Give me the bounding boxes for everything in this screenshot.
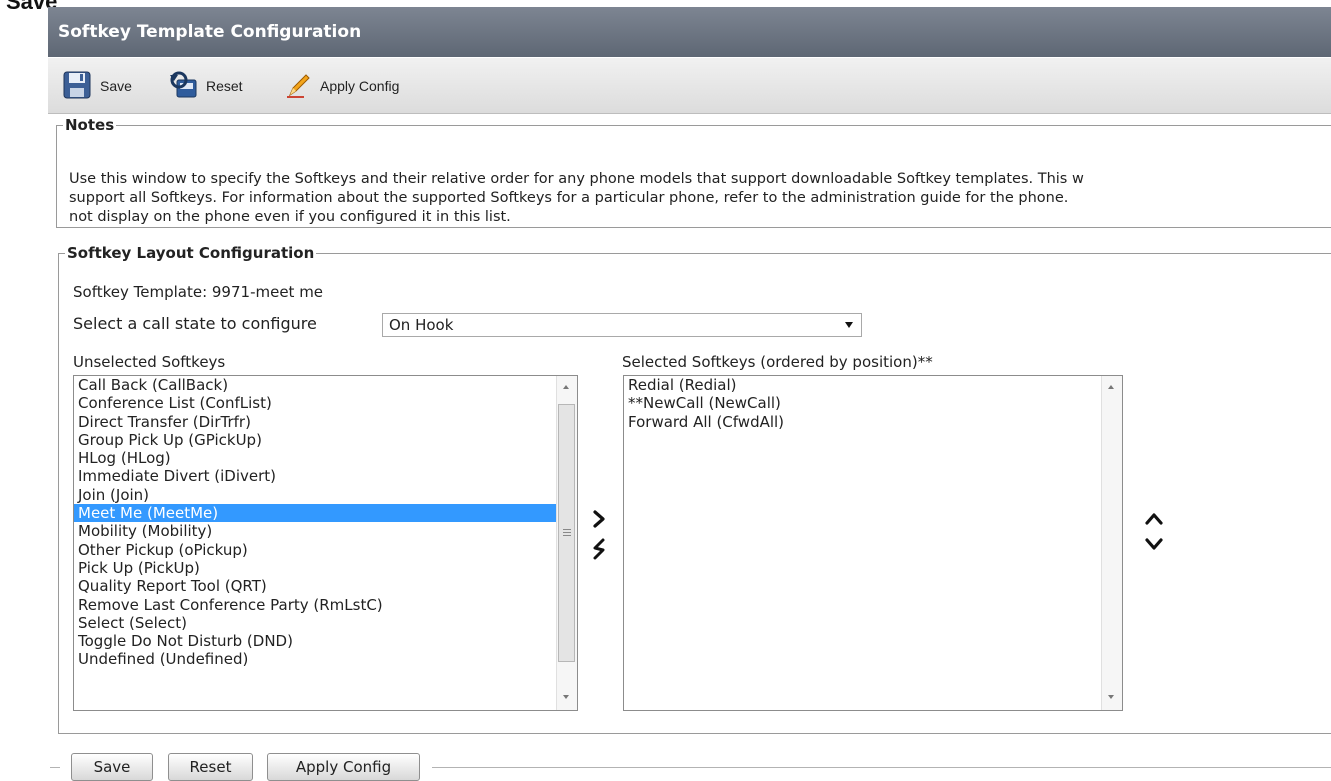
toolbar-apply-config-button[interactable]: Apply Config [284,71,399,101]
toolbar-reset-button[interactable]: Reset [168,71,243,101]
toolbar-apply-config-label: Apply Config [320,78,400,94]
unselected-softkeys-label: Unselected Softkeys [73,353,226,371]
move-right-icon[interactable] [592,510,606,532]
toolbar: Save Reset Apply Config [48,58,1331,114]
list-item[interactable]: Forward All (CfwdAll) [624,413,1122,431]
page-title: Softkey Template Configuration [48,7,1331,57]
move-left-icon[interactable] [592,537,606,565]
list-item[interactable]: Pick Up (PickUp) [74,559,577,577]
toolbar-reset-label: Reset [206,78,243,94]
notes-section: Notes Use this window to specify the Sof… [56,116,1331,228]
softkey-layout-legend: Softkey Layout Configuration [67,244,315,262]
selected-list-scrollbar[interactable] [1101,376,1122,710]
pencil-icon [284,71,312,102]
scroll-up-arrow-icon[interactable] [1108,385,1114,389]
scroll-down-arrow-icon[interactable] [1108,695,1114,699]
call-state-value: On Hook [389,316,454,334]
list-item[interactable]: Join (Join) [74,486,577,504]
notes-legend: Notes [65,116,115,134]
list-item[interactable]: Other Pickup (oPickup) [74,541,577,559]
toolbar-save-label: Save [100,78,132,94]
list-item[interactable]: Group Pick Up (GPickUp) [74,431,577,449]
list-item[interactable]: HLog (HLog) [74,449,577,467]
call-state-label: Select a call state to configure [73,314,317,333]
chevron-down-icon [845,322,853,328]
bottom-reset-button[interactable]: Reset [168,753,253,781]
reset-icon [168,70,198,103]
list-item[interactable]: **NewCall (NewCall) [624,394,1122,412]
bottom-apply-config-button[interactable]: Apply Config [267,753,420,781]
list-item[interactable]: Toggle Do Not Disturb (DND) [74,632,577,650]
unselected-list-scrollbar[interactable] [556,376,577,710]
toolbar-save-button[interactable]: Save [62,71,132,101]
bottom-save-button[interactable]: Save [71,753,153,781]
scrollbar-thumb[interactable] [558,404,575,662]
selected-softkeys-label: Selected Softkeys (ordered by position)*… [622,353,933,371]
bottom-divider-left [50,767,60,768]
list-item[interactable]: Mobility (Mobility) [74,522,577,540]
list-item[interactable]: Quality Report Tool (QRT) [74,577,577,595]
list-item[interactable]: Undefined (Undefined) [74,650,577,668]
call-state-select[interactable]: On Hook [382,313,862,337]
unselected-softkeys-list[interactable]: Call Back (CallBack) Conference List (Con… [73,375,578,711]
scroll-down-arrow-icon[interactable] [563,695,569,699]
scroll-up-arrow-icon[interactable] [563,385,569,389]
floppy-disk-icon [62,70,92,103]
notes-text: Use this window to specify the Softkeys … [69,171,1084,225]
list-item[interactable]: Redial (Redial) [624,376,1122,394]
list-item[interactable]: Meet Me (MeetMe) [74,504,577,523]
list-item[interactable]: Call Back (CallBack) [74,376,577,394]
list-item[interactable]: Select (Select) [74,614,577,632]
list-item[interactable]: Remove Last Conference Party (RmLstC) [74,596,577,614]
move-down-icon[interactable] [1145,537,1163,555]
move-up-icon[interactable] [1145,512,1163,530]
list-item[interactable]: Direct Transfer (DirTrfr) [74,413,577,431]
list-item[interactable]: Immediate Divert (iDivert) [74,467,577,485]
bottom-divider-right [432,767,1331,768]
softkey-template-label: Softkey Template: 9971-meet me [73,283,324,301]
selected-softkeys-list[interactable]: Redial (Redial) **NewCall (NewCall) Forwar… [623,375,1123,711]
list-item[interactable]: Conference List (ConfList) [74,394,577,412]
